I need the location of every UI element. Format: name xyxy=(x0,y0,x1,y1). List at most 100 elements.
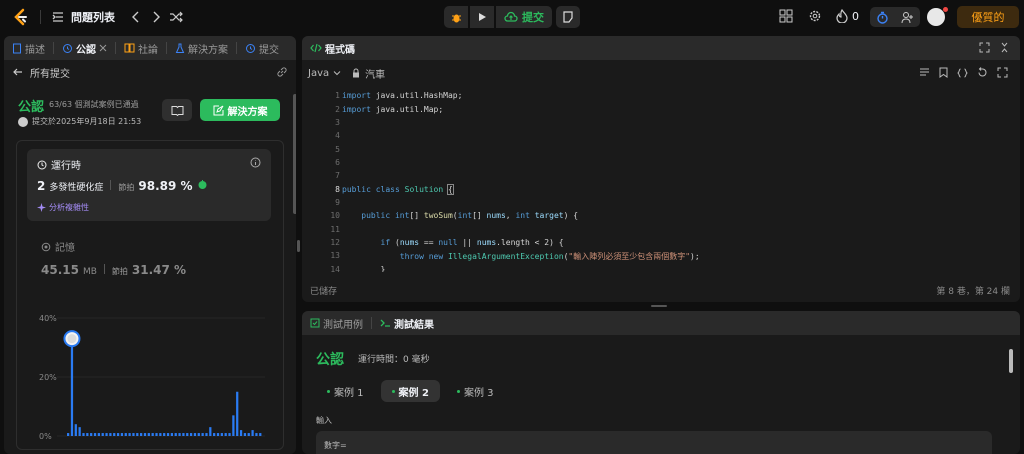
tab-description[interactable]: 描述 xyxy=(12,41,45,56)
distribution-bar[interactable] xyxy=(78,427,81,436)
distribution-bar[interactable] xyxy=(113,433,116,436)
timer-icon[interactable] xyxy=(876,11,889,24)
case-tab-3[interactable]: 案例 3 xyxy=(446,380,505,402)
distribution-bar[interactable] xyxy=(67,433,70,436)
distribution-bar[interactable] xyxy=(220,433,223,436)
arrow-left-icon[interactable] xyxy=(12,66,24,78)
distribution-bar[interactable] xyxy=(147,433,150,436)
analyze-complexity-link[interactable]: 分析複雜性 xyxy=(37,202,89,213)
notes-button[interactable] xyxy=(556,6,580,28)
editorial-button[interactable] xyxy=(162,99,192,121)
distribution-bar[interactable] xyxy=(132,433,135,436)
solution-button[interactable]: 解決方案 xyxy=(200,99,280,121)
horizontal-resize-handle[interactable] xyxy=(651,305,667,307)
close-icon[interactable] xyxy=(99,44,107,52)
distribution-bar[interactable] xyxy=(178,433,181,436)
distribution-bar[interactable] xyxy=(189,433,193,436)
list-icon[interactable] xyxy=(51,10,65,24)
distribution-bar[interactable] xyxy=(97,433,100,436)
language-select[interactable]: Java xyxy=(308,68,329,79)
auto-mode[interactable]: 汽車 xyxy=(365,66,385,81)
distribution-bar[interactable] xyxy=(243,433,247,436)
distribution-bar[interactable] xyxy=(255,433,258,436)
distribution-bar[interactable] xyxy=(128,433,131,436)
distribution-bar[interactable] xyxy=(109,433,112,436)
tab-submissions[interactable]: 提交 xyxy=(245,41,279,56)
distribution-bar[interactable] xyxy=(74,424,77,436)
distribution-bar[interactable] xyxy=(124,433,127,436)
problem-list-link[interactable]: 問題列表 xyxy=(71,9,115,25)
distribution-bar[interactable] xyxy=(155,433,158,436)
distribution-bar[interactable] xyxy=(116,433,120,436)
distribution-bar[interactable] xyxy=(143,433,147,436)
tab-accepted[interactable]: 公認 xyxy=(62,41,107,56)
maximize-icon[interactable] xyxy=(979,42,990,53)
distribution-bar[interactable] xyxy=(186,433,189,436)
left-scrollbar[interactable] xyxy=(293,94,296,214)
distribution-bar[interactable] xyxy=(93,433,97,436)
distribution-bar[interactable] xyxy=(174,433,177,436)
format-icon[interactable] xyxy=(919,68,930,78)
fullscreen-icon[interactable] xyxy=(997,67,1008,78)
distribution-bar[interactable] xyxy=(209,427,212,436)
shuffle-icon[interactable] xyxy=(169,10,183,24)
distribution-bar[interactable] xyxy=(247,433,250,436)
distribution-bar[interactable] xyxy=(205,433,208,436)
collapse-icon[interactable] xyxy=(999,42,1010,53)
distribution-bar[interactable] xyxy=(82,433,85,436)
distribution-bar[interactable] xyxy=(239,430,243,436)
distribution-bar[interactable] xyxy=(259,433,262,436)
distribution-bar[interactable] xyxy=(136,433,139,436)
test-scrollbar[interactable] xyxy=(1009,349,1013,373)
tab-code[interactable]: 程式碼 xyxy=(310,41,355,56)
chevron-right-icon[interactable] xyxy=(149,10,163,24)
distribution-bar[interactable] xyxy=(120,433,124,436)
braces-icon[interactable] xyxy=(957,68,968,78)
distribution-bar[interactable] xyxy=(182,433,185,436)
tab-test-result[interactable]: 測試結果 xyxy=(380,316,434,331)
distribution-bar[interactable] xyxy=(193,433,197,436)
distribution-bar[interactable] xyxy=(224,433,227,436)
distribution-bar[interactable] xyxy=(163,433,166,436)
distribution-bar[interactable] xyxy=(70,332,74,436)
distribution-bar[interactable] xyxy=(236,391,239,436)
distribution-bar[interactable] xyxy=(251,430,254,436)
tab-testcases[interactable]: 測試用例 xyxy=(310,316,363,331)
layout-grid-icon[interactable] xyxy=(779,9,793,23)
info-icon[interactable] xyxy=(250,157,261,168)
add-user-icon[interactable] xyxy=(901,11,914,24)
distribution-bar[interactable] xyxy=(228,433,231,436)
chevron-left-icon[interactable] xyxy=(129,10,143,24)
reset-icon[interactable] xyxy=(977,67,988,78)
debug-button[interactable] xyxy=(444,6,468,28)
user-avatar[interactable] xyxy=(927,8,945,26)
case-tab-2[interactable]: 案例 2 xyxy=(380,380,440,402)
leetcode-logo-icon[interactable] xyxy=(12,8,30,26)
run-button[interactable] xyxy=(470,6,494,28)
chevron-down-icon[interactable] xyxy=(333,69,341,77)
tab-solutions[interactable]: 解決方案 xyxy=(175,41,228,56)
vertical-resize-handle[interactable] xyxy=(297,240,300,252)
bookmark-icon[interactable] xyxy=(939,67,948,78)
distribution-bar[interactable] xyxy=(201,433,204,436)
link-icon[interactable] xyxy=(276,66,288,78)
code-editor[interactable]: 1 import java.util.HashMap; 2 import jav… xyxy=(302,86,1020,272)
all-submissions-link[interactable]: 所有提交 xyxy=(30,65,70,80)
premium-button[interactable]: 優質的 xyxy=(957,6,1019,28)
distribution-bar[interactable] xyxy=(166,433,170,436)
case-tab-1[interactable]: 案例 1 xyxy=(316,380,375,402)
submit-button[interactable]: 提交 xyxy=(496,6,552,28)
avatar[interactable] xyxy=(18,116,28,127)
distribution-bar[interactable] xyxy=(213,433,216,436)
gear-icon[interactable] xyxy=(808,9,822,23)
distribution-bar[interactable] xyxy=(197,433,200,436)
distribution-bar[interactable] xyxy=(86,433,89,436)
distribution-bar[interactable] xyxy=(170,433,174,436)
distribution-bar[interactable] xyxy=(140,433,143,436)
distribution-bar[interactable] xyxy=(232,415,235,436)
fire-icon[interactable] xyxy=(836,9,848,23)
distribution-bar[interactable] xyxy=(216,433,220,436)
tab-editorial[interactable]: 社論 xyxy=(124,41,158,56)
distribution-bar[interactable] xyxy=(159,433,162,436)
distribution-bar[interactable] xyxy=(151,433,154,436)
